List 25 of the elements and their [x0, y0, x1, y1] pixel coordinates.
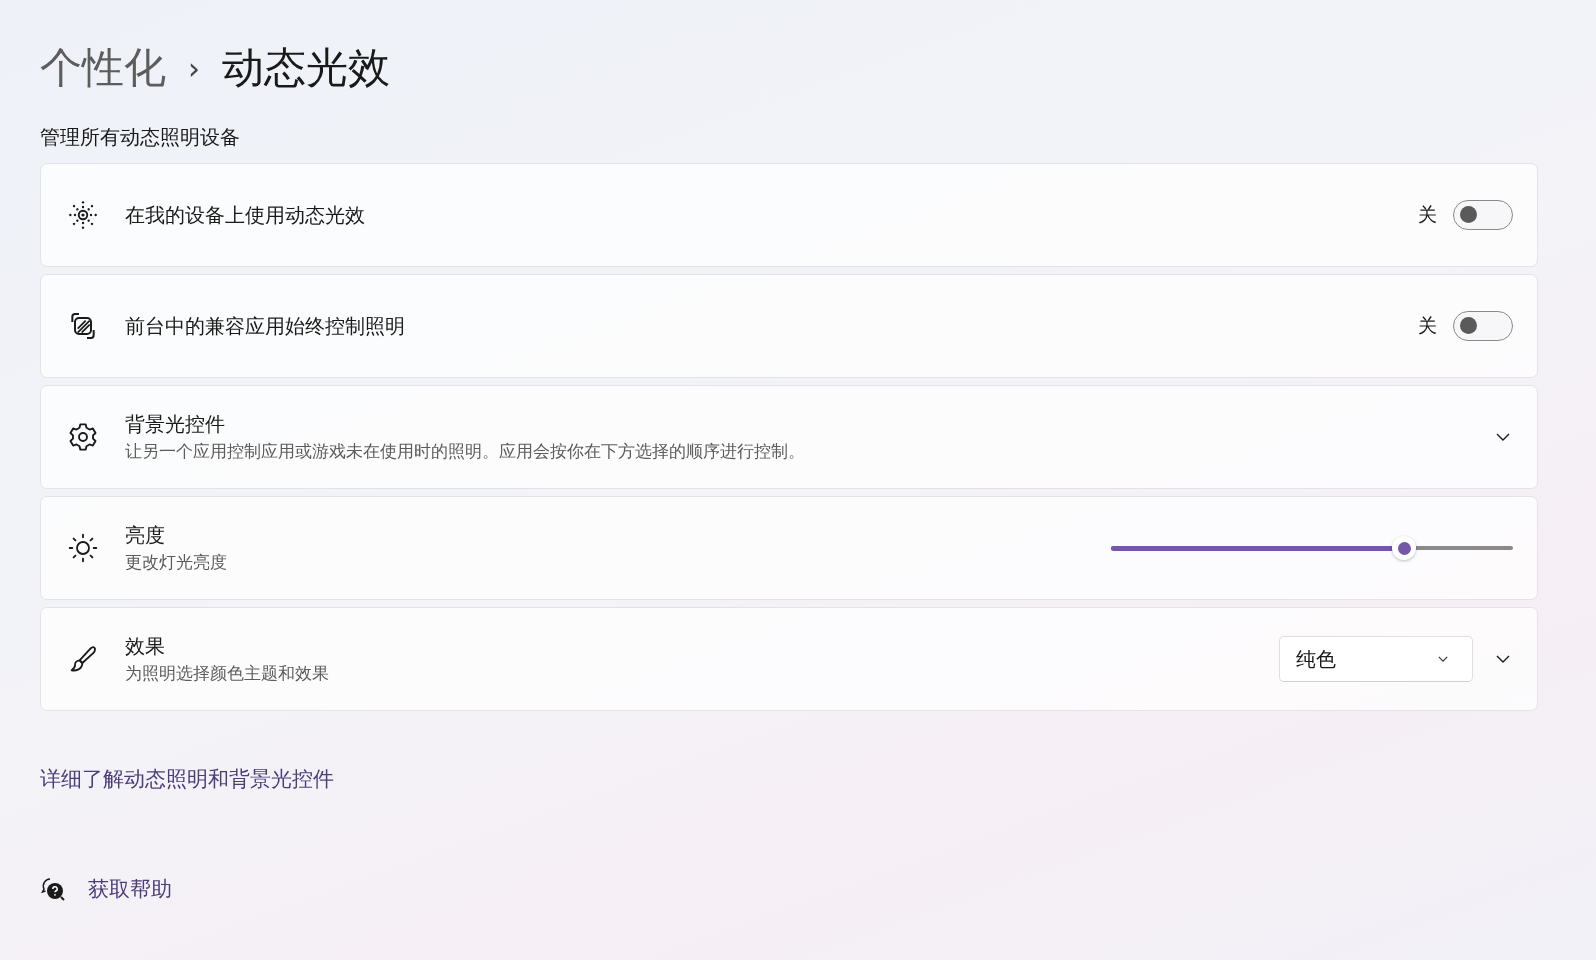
toggle-switch[interactable] — [1453, 200, 1513, 230]
setting-description: 让另一个应用控制应用或游戏未在使用时的照明。应用会按你在下方选择的顺序进行控制。 — [125, 440, 806, 463]
toggle-state-label: 关 — [1418, 313, 1437, 338]
toggle-switch[interactable] — [1453, 311, 1513, 341]
setting-description: 为照明选择颜色主题和效果 — [125, 662, 330, 685]
setting-title: 亮度 — [125, 522, 166, 549]
brightness-icon — [67, 532, 99, 564]
learn-more-link[interactable]: 详细了解动态照明和背景光控件 — [40, 765, 334, 793]
help-chat-icon — [40, 876, 66, 902]
effect-dropdown[interactable]: 纯色 — [1279, 636, 1473, 682]
slider-thumb[interactable] — [1392, 536, 1417, 560]
light-burst-icon — [67, 199, 99, 231]
setting-description: 更改灯光亮度 — [125, 551, 228, 574]
setting-title: 背景光控件 — [125, 411, 226, 438]
setting-title: 效果 — [125, 633, 166, 660]
setting-title: 在我的设备上使用动态光效 — [125, 201, 366, 229]
section-heading: 管理所有动态照明设备 — [40, 124, 241, 151]
settings-icon — [67, 421, 99, 453]
toggle-state-label: 关 — [1418, 202, 1437, 227]
setting-title: 前台中的兼容应用始终控制照明 — [125, 312, 406, 340]
page-title: 动态光效 — [222, 42, 390, 94]
breadcrumb-parent[interactable]: 个性化 — [40, 40, 166, 96]
brightness-slider[interactable] — [1111, 536, 1513, 560]
get-help-link[interactable]: 获取帮助 — [88, 875, 172, 903]
breadcrumb-separator: › — [188, 50, 200, 86]
